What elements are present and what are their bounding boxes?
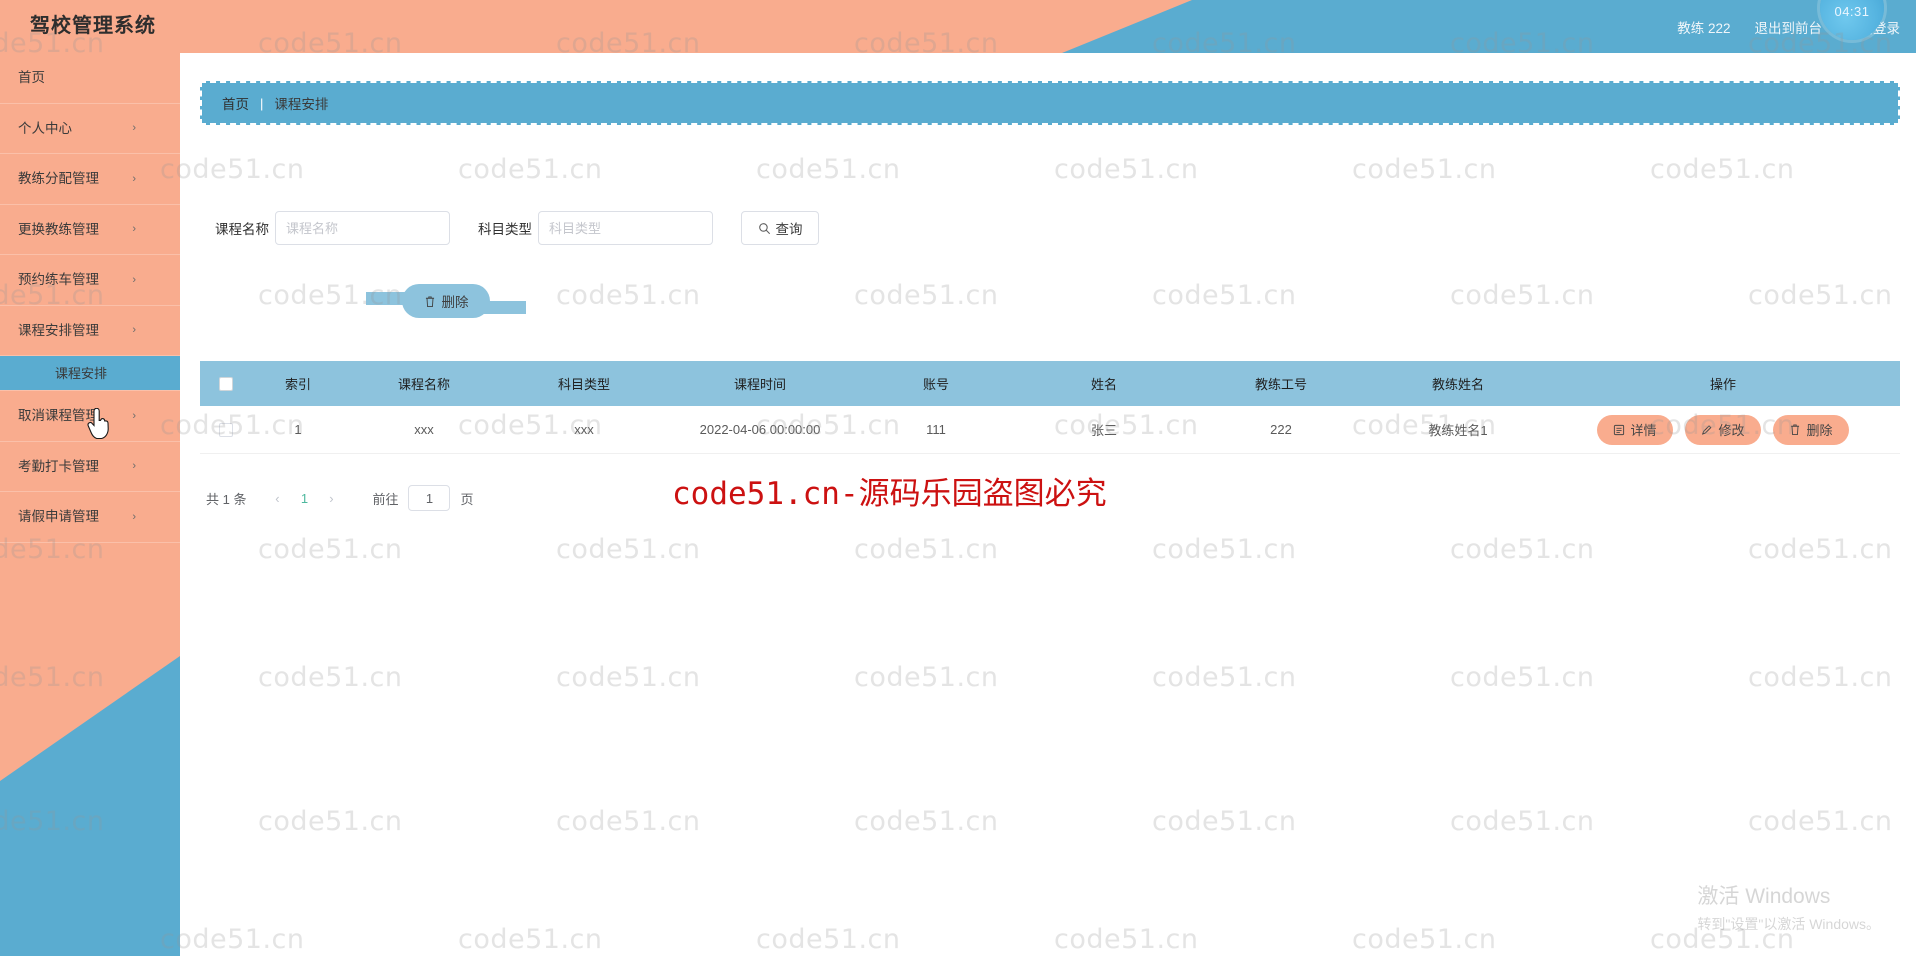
bulk-delete-label: 删除 bbox=[441, 295, 469, 310]
pencil-icon bbox=[1702, 424, 1712, 435]
column-header-course-name: 课程名称 bbox=[397, 377, 450, 392]
breadcrumb-current: 课程安排 bbox=[274, 97, 329, 112]
sidebar-subitem-label: 课程安排 bbox=[54, 366, 107, 381]
chevron-right-icon: › bbox=[132, 324, 136, 336]
breadcrumb: 首页 | 课程安排 bbox=[200, 81, 1900, 125]
chevron-right-icon: › bbox=[132, 122, 136, 134]
sidebar-subitem-course-schedule[interactable]: 课程安排 bbox=[0, 356, 180, 391]
bulk-delete-button[interactable]: 删除 bbox=[366, 284, 526, 318]
sidebar-item-label: 取消课程管理 bbox=[18, 408, 99, 423]
sidebar-item-label: 请假申请管理 bbox=[18, 509, 99, 524]
table-header-row: 索引 课程名称 科目类型 课程时间 账号 姓名 教练工号 教练姓名 操作 bbox=[200, 361, 1900, 406]
header-salmon-shape bbox=[0, 0, 1192, 53]
main-content: 首页 | 课程安排 课程名称 科目类型 查询 删除 bbox=[180, 53, 1916, 956]
column-header-account: 账号 bbox=[922, 377, 949, 392]
cell-coach-no: 222 bbox=[1270, 422, 1292, 437]
subject-type-label: 科目类型 bbox=[478, 222, 532, 237]
details-button-label: 详情 bbox=[1630, 423, 1657, 438]
sidebar: 首页 个人中心 › 教练分配管理 › 更换教练管理 › 预约练车管理 › 课程安… bbox=[0, 53, 180, 956]
sidebar-item-label: 个人中心 bbox=[18, 120, 72, 136]
pagination-goto-label: 前往 bbox=[372, 491, 399, 507]
sidebar-item-leave-request[interactable]: 请假申请管理 › bbox=[0, 492, 180, 543]
sidebar-item-attendance[interactable]: 考勤打卡管理 › bbox=[0, 442, 180, 492]
trash-icon bbox=[425, 296, 434, 307]
cell-subject-type: xxx bbox=[574, 422, 594, 437]
select-all-checkbox[interactable] bbox=[219, 376, 233, 391]
cell-name: 张三 bbox=[1090, 423, 1117, 438]
sidebar-item-cancel-course[interactable]: 取消课程管理 › bbox=[0, 391, 180, 442]
pagination-next-button[interactable]: › bbox=[320, 491, 342, 506]
column-header-course-time: 课程时间 bbox=[733, 377, 786, 392]
document-icon bbox=[1614, 424, 1625, 435]
exit-to-frontend-link[interactable]: 退出到前台 bbox=[1755, 17, 1823, 37]
chevron-right-icon: › bbox=[132, 172, 136, 185]
search-button-label: 查询 bbox=[775, 222, 803, 237]
cell-course-name: xxx bbox=[414, 422, 434, 437]
sidebar-item-label: 教练分配管理 bbox=[18, 171, 99, 186]
pagination-page-unit: 页 bbox=[460, 491, 474, 507]
sidebar-menu: 首页 个人中心 › 教练分配管理 › 更换教练管理 › 预约练车管理 › 课程安… bbox=[0, 53, 180, 543]
sidebar-item-label: 首页 bbox=[18, 70, 45, 85]
pagination-goto-input[interactable] bbox=[408, 485, 451, 511]
row-select-cell bbox=[200, 422, 252, 437]
row-delete-button[interactable]: 删除 bbox=[1773, 414, 1849, 445]
sidebar-item-label: 考勤打卡管理 bbox=[18, 458, 99, 474]
column-header-operations: 操作 bbox=[1709, 377, 1736, 392]
trash-icon bbox=[1791, 424, 1800, 435]
breadcrumb-separator: | bbox=[260, 95, 264, 111]
sidebar-item-booking-practice[interactable]: 预约练车管理 › bbox=[0, 255, 180, 306]
sidebar-item-label: 课程安排管理 bbox=[18, 322, 99, 338]
edit-button-label: 修改 bbox=[1718, 423, 1745, 438]
column-header-coach-name: 教练姓名 bbox=[1431, 377, 1484, 392]
sidebar-item-coach-assignment[interactable]: 教练分配管理 › bbox=[0, 154, 180, 205]
search-icon bbox=[758, 222, 770, 234]
column-header-index: 索引 bbox=[284, 377, 311, 392]
course-schedule-table: 索引 课程名称 科目类型 课程时间 账号 姓名 教练工号 教练姓名 操作 1 x… bbox=[200, 361, 1900, 454]
sidebar-item-course-schedule-management[interactable]: 课程安排管理 › bbox=[0, 306, 180, 356]
details-button[interactable]: 详情 bbox=[1597, 414, 1673, 445]
search-button[interactable]: 查询 bbox=[741, 211, 819, 245]
filter-bar: 课程名称 科目类型 查询 bbox=[215, 211, 819, 245]
current-user-label: 教练 222 bbox=[1677, 20, 1731, 36]
top-header: 驾校管理系统 教练 222 退出到前台 退出登录 04:31 bbox=[0, 0, 1916, 53]
column-header-coach-no: 教练工号 bbox=[1254, 377, 1307, 392]
pagination: 共 1 条 ‹ 1 › 前往 页 bbox=[206, 485, 474, 511]
row-checkbox[interactable] bbox=[219, 422, 233, 437]
clock-time: 04:31 bbox=[1834, 4, 1870, 19]
cell-index: 1 bbox=[294, 422, 302, 437]
select-all-cell bbox=[200, 376, 252, 391]
cell-account: 111 bbox=[926, 422, 946, 437]
pagination-total: 共 1 条 bbox=[206, 491, 247, 507]
cell-course-time: 2022-04-06 00:00:00 bbox=[699, 422, 821, 437]
sidebar-item-personal-center[interactable]: 个人中心 › bbox=[0, 104, 180, 154]
pagination-prev-button[interactable]: ‹ bbox=[266, 491, 288, 506]
sidebar-item-label: 更换教练管理 bbox=[18, 221, 99, 237]
chevron-right-icon: › bbox=[132, 273, 136, 286]
column-header-subject-type: 科目类型 bbox=[557, 377, 610, 392]
app-title: 驾校管理系统 bbox=[30, 15, 156, 37]
cell-coach-name: 教练姓名1 bbox=[1428, 423, 1488, 438]
sidebar-item-change-coach[interactable]: 更换教练管理 › bbox=[0, 205, 180, 255]
chevron-right-icon: › bbox=[132, 510, 136, 523]
cell-operations: 详情 修改 删除 bbox=[1546, 414, 1900, 445]
table-row: 1 xxx xxx 2022-04-06 00:00:00 111 张三 222… bbox=[200, 406, 1900, 454]
chevron-right-icon: › bbox=[132, 460, 136, 472]
sidebar-item-label: 预约练车管理 bbox=[18, 272, 99, 287]
app-root: 驾校管理系统 教练 222 退出到前台 退出登录 04:31 首页 个人中心 ›… bbox=[0, 0, 1916, 956]
pagination-page-1[interactable]: 1 bbox=[292, 491, 316, 506]
subject-type-input[interactable] bbox=[538, 211, 713, 245]
sidebar-blue-shape bbox=[0, 656, 180, 956]
row-delete-button-label: 删除 bbox=[1806, 423, 1833, 438]
sidebar-item-home[interactable]: 首页 bbox=[0, 53, 180, 104]
breadcrumb-home[interactable]: 首页 bbox=[222, 93, 249, 113]
column-header-name: 姓名 bbox=[1090, 377, 1117, 392]
course-name-label: 课程名称 bbox=[215, 222, 269, 237]
course-name-input[interactable] bbox=[275, 211, 450, 245]
edit-button[interactable]: 修改 bbox=[1685, 414, 1761, 445]
chevron-right-icon: › bbox=[132, 409, 136, 422]
chevron-right-icon: › bbox=[132, 223, 136, 235]
